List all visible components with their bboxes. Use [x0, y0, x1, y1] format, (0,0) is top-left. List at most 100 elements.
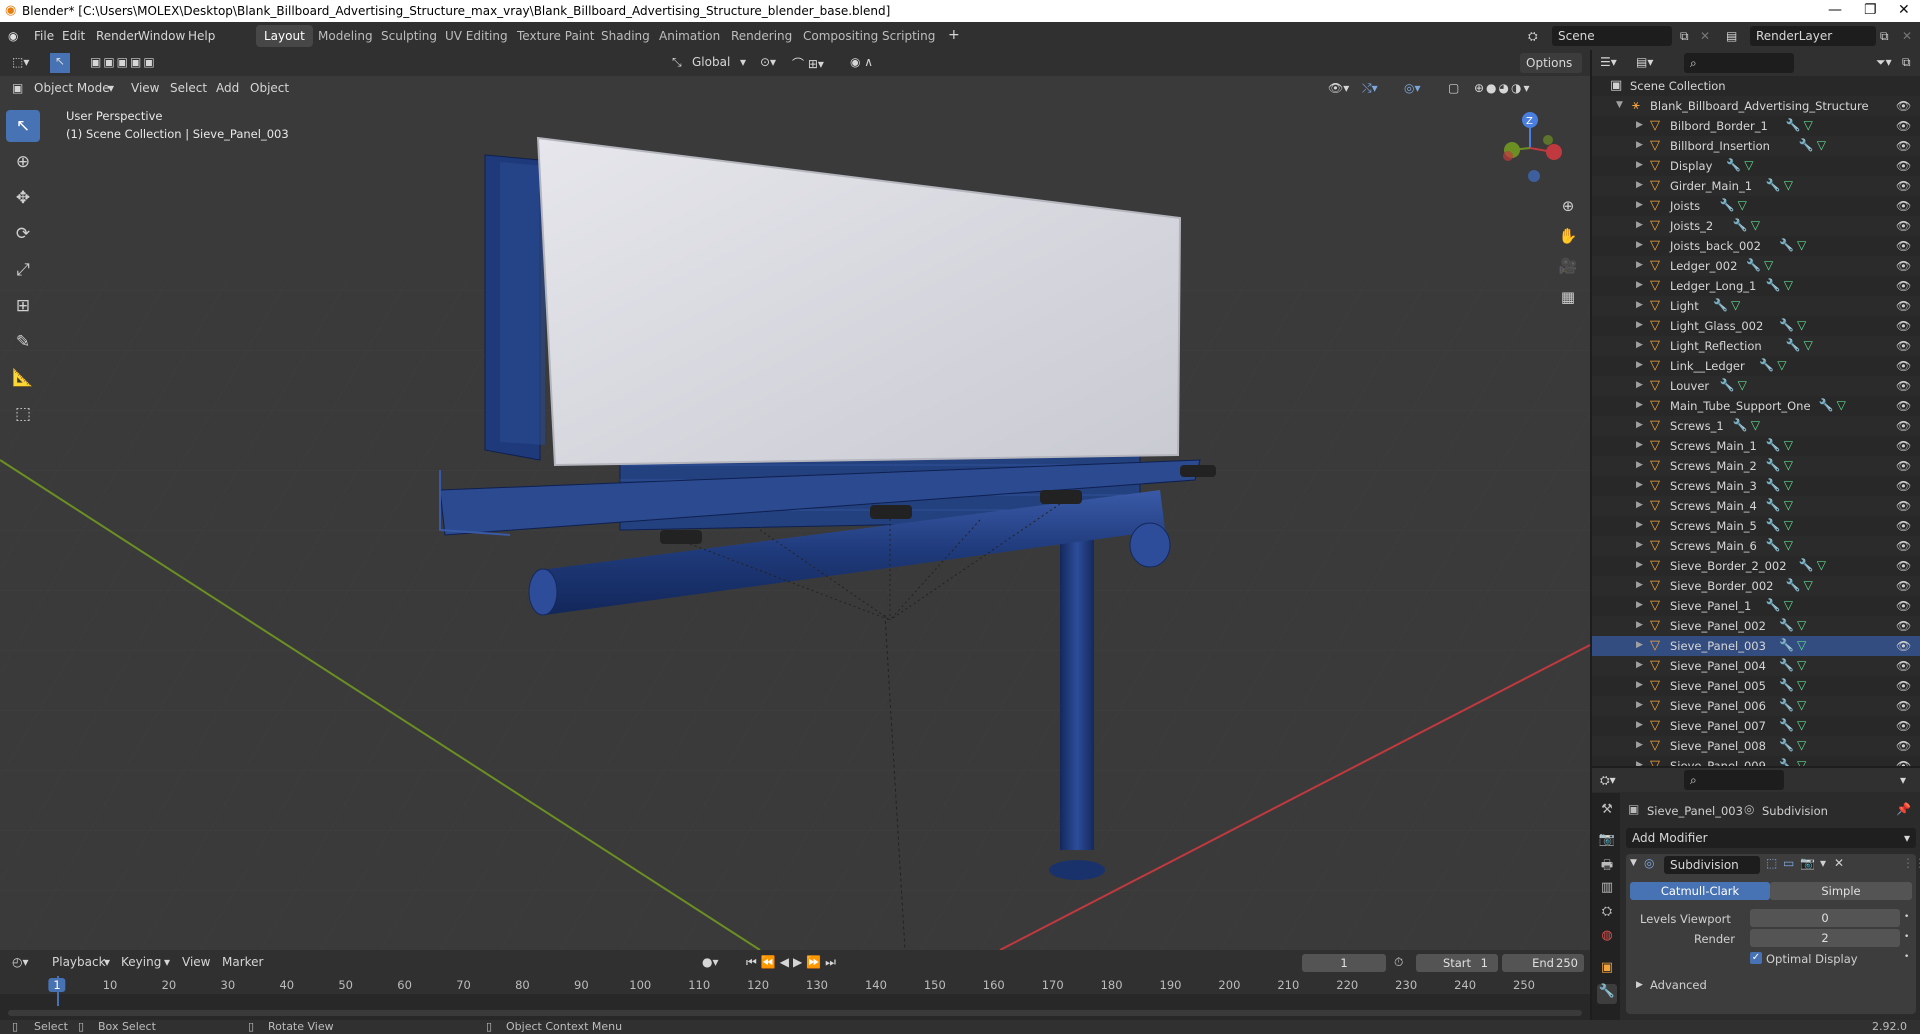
minimize-button[interactable]: —	[1828, 2, 1842, 18]
mesh-data-icon[interactable]: ▽	[1797, 658, 1806, 672]
annotate-tool-icon[interactable]: ✎	[6, 326, 40, 358]
scale-tool-icon[interactable]: ⤢	[6, 254, 40, 286]
advanced-subpanel-label[interactable]: Advanced	[1650, 978, 1707, 992]
new-collection-icon[interactable]: ⧉	[1902, 55, 1911, 70]
editmode-toggle-icon[interactable]: ⬚	[1766, 856, 1777, 870]
properties-editor-icon[interactable]: ⛭▾	[1600, 773, 1616, 788]
delete-view-layer-icon[interactable]: ✕	[1902, 29, 1912, 43]
workspace-tab-scripting[interactable]: Scripting	[874, 25, 943, 47]
modifier-wrench-icon[interactable]: 🔧	[1766, 498, 1781, 512]
eye-icon[interactable]: 👁	[1896, 539, 1911, 553]
workspace-tab-rendering[interactable]: Rendering	[723, 25, 800, 47]
mesh-data-icon[interactable]: ▽	[1797, 738, 1806, 752]
editor-type-icon[interactable]: ⬚▾	[12, 55, 29, 69]
expand-arrow-icon[interactable]: ▶	[1636, 220, 1643, 230]
eye-icon[interactable]: 👁	[1896, 299, 1911, 313]
ortho-toggle-icon[interactable]: ▦	[1555, 284, 1581, 310]
eye-icon[interactable]: 👁	[1896, 239, 1911, 253]
modifier-wrench-icon[interactable]: 🔧	[1799, 138, 1814, 152]
cursor-tool-icon[interactable]: ⊕	[6, 146, 40, 178]
close-button[interactable]: ✕	[1898, 2, 1910, 18]
gizmo-toggle-icon[interactable]: ⤭▾	[1362, 81, 1378, 96]
menu-window[interactable]: Window	[138, 29, 185, 43]
eye-icon[interactable]: 👁	[1896, 679, 1911, 693]
simple-button[interactable]: Simple	[1770, 882, 1912, 900]
eye-icon[interactable]: 👁	[1896, 699, 1911, 713]
view-layer-selector[interactable]: RenderLayer	[1750, 26, 1876, 46]
keyframe-dot-icon[interactable]: •	[1904, 912, 1909, 922]
eye-icon[interactable]: 👁	[1896, 759, 1911, 766]
mesh-data-icon[interactable]: ▽	[1784, 438, 1793, 452]
eye-icon[interactable]: 👁	[1896, 259, 1911, 273]
outliner-item[interactable]: ▶ ▽ Sieve_Panel_002 🔧 ▽ 👁	[1592, 616, 1920, 636]
keying-menu[interactable]: Keying	[121, 955, 161, 969]
mesh-data-icon[interactable]: ▽	[1784, 518, 1793, 532]
mesh-data-icon[interactable]: ▽	[1804, 338, 1813, 352]
transform-tool-icon[interactable]: ⊞	[6, 290, 40, 322]
expand-arrow-icon[interactable]: ▶	[1636, 640, 1643, 650]
outliner-item[interactable]: ▶ ▽ Sieve_Panel_009 🔧 ▽ 👁	[1592, 756, 1920, 766]
properties-options-chevron-icon[interactable]: ▾	[1900, 773, 1906, 787]
orientation-dropdown[interactable]: Global	[692, 55, 730, 69]
modifier-wrench-icon[interactable]: 🔧	[1733, 218, 1748, 232]
expand-arrow-icon[interactable]: ▶	[1636, 680, 1643, 690]
add-cube-tool-icon[interactable]: ⬚	[6, 398, 40, 430]
eye-icon[interactable]: 👁	[1896, 99, 1911, 113]
mesh-data-icon[interactable]: ▽	[1777, 358, 1786, 372]
mesh-data-icon[interactable]: ▽	[1797, 698, 1806, 712]
shading-mode-icons[interactable]: ⊕●◕◑▾	[1474, 81, 1532, 95]
remove-modifier-icon[interactable]: ✕	[1834, 856, 1844, 870]
viewport-menu-object[interactable]: Object	[250, 81, 289, 95]
blender-menu-icon[interactable]: ◉	[8, 29, 18, 43]
pin-icon[interactable]: 📌	[1896, 802, 1911, 816]
outliner-item[interactable]: ▶ ▽ Light_Reflection 🔧 ▽ 👁	[1592, 336, 1920, 356]
expand-arrow-icon[interactable]: ▶	[1636, 600, 1643, 610]
workspace-tab-sculpting[interactable]: Sculpting	[373, 25, 445, 47]
eye-icon[interactable]: 👁	[1896, 219, 1911, 233]
modifier-wrench-icon[interactable]: 🔧	[1779, 238, 1794, 252]
expand-arrow-icon[interactable]: ▶	[1636, 560, 1643, 570]
mesh-data-icon[interactable]: ▽	[1797, 678, 1806, 692]
eye-icon[interactable]: 👁	[1896, 419, 1911, 433]
modifier-wrench-icon[interactable]: 🔧	[1713, 298, 1728, 312]
modifier-wrench-icon[interactable]: 🔧	[1766, 478, 1781, 492]
scene-tab-icon[interactable]: ⛭	[1597, 904, 1617, 924]
mesh-data-icon[interactable]: ▽	[1738, 378, 1747, 392]
outliner-item[interactable]: ▶ ▽ Main_Tube_Support_One 🔧 ▽ 👁	[1592, 396, 1920, 416]
add-modifier-dropdown[interactable]: Add Modifier ▾	[1626, 828, 1916, 848]
eye-icon[interactable]: 👁	[1896, 639, 1911, 653]
modifier-tab-icon[interactable]: 🔧	[1597, 984, 1617, 1004]
mesh-data-icon[interactable]: ▽	[1817, 138, 1826, 152]
3d-viewport[interactable]	[0, 50, 1590, 950]
mesh-data-icon[interactable]: ▽	[1738, 198, 1747, 212]
expand-arrow-icon[interactable]: ▶	[1636, 420, 1643, 430]
eye-icon[interactable]: 👁	[1896, 379, 1911, 393]
eye-icon[interactable]: 👁	[1896, 139, 1911, 153]
pan-hand-icon[interactable]: ✋	[1555, 223, 1581, 249]
mesh-data-icon[interactable]: ▽	[1797, 638, 1806, 652]
mesh-data-icon[interactable]: ▽	[1837, 398, 1846, 412]
eye-icon[interactable]: 👁	[1896, 659, 1911, 673]
camera-view-icon[interactable]: 🎥	[1555, 253, 1581, 279]
move-tool-icon[interactable]: ✥	[6, 182, 40, 214]
selection-mode-icons[interactable]: ▣▣▣▣▣	[90, 55, 157, 69]
outliner-item[interactable]: ▶ ▽ Screws_Main_1 🔧 ▽ 👁	[1592, 436, 1920, 456]
mesh-data-icon[interactable]: ▽	[1804, 118, 1813, 132]
expand-arrow-icon[interactable]: ▶	[1636, 200, 1643, 210]
eye-icon[interactable]: 👁	[1896, 339, 1911, 353]
scene-collection-row[interactable]: ▣ Scene Collection	[1592, 76, 1920, 96]
gizmo-x-axis[interactable]	[1546, 144, 1562, 160]
proportional-edit-icon[interactable]: ◉ ∧	[850, 55, 873, 69]
outliner-item[interactable]: ▶ ▽ Sieve_Panel_1 🔧 ▽ 👁	[1592, 596, 1920, 616]
outliner-item[interactable]: ▶ ▽ Sieve_Panel_004 🔧 ▽ 👁	[1592, 656, 1920, 676]
viewport-menu-select[interactable]: Select	[170, 81, 207, 95]
outliner-item[interactable]: ▶ ▽ Ledger_002 🔧 ▽ 👁	[1592, 256, 1920, 276]
eye-icon[interactable]: 👁	[1896, 719, 1911, 733]
outliner-item[interactable]: ▶ ▽ Screws_Main_2 🔧 ▽ 👁	[1592, 456, 1920, 476]
drag-handle-icon[interactable]: ⋮⋮	[1902, 856, 1920, 870]
measure-tool-icon[interactable]: 📐	[6, 362, 40, 394]
current-frame-field[interactable]: 1	[1302, 954, 1386, 972]
filter-icon[interactable]: ⏷▾	[1876, 55, 1892, 70]
modifier-wrench-icon[interactable]: 🔧	[1786, 338, 1801, 352]
modifier-menu-chevron-icon[interactable]: ▾	[1820, 856, 1826, 870]
